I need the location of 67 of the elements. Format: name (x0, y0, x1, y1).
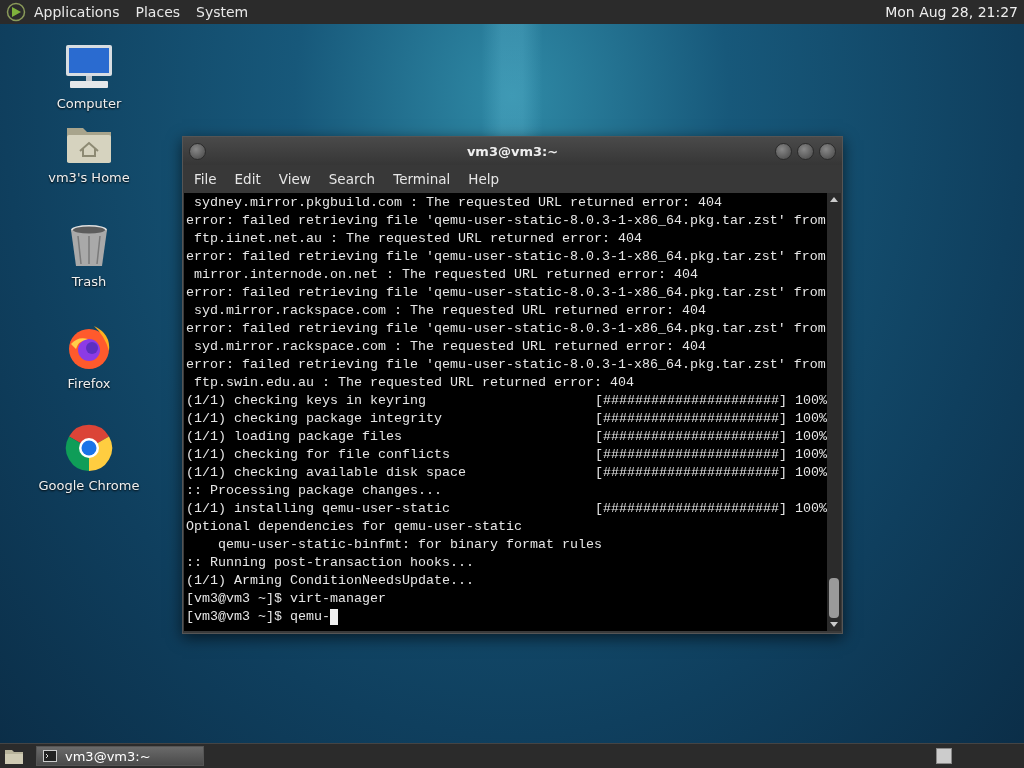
panel-menu[interactable]: Applications (34, 4, 120, 20)
progress-percent: 100% (795, 410, 827, 428)
minimize-button[interactable] (775, 142, 792, 160)
terminal-line: (1/1) Arming ConditionNeedsUpdate... (186, 572, 474, 590)
menu-item[interactable]: File (185, 168, 226, 190)
desktop-icon-label[interactable]: Google Chrome (38, 478, 140, 493)
terminal-line: :: Processing package changes... (186, 482, 442, 500)
terminal-line: mirror.internode.on.net : The requested URL returned error: 404 (193, 266, 698, 284)
trash-icon[interactable] (69, 224, 109, 268)
clock[interactable]: Mon Aug 28, 21:27 (885, 4, 1018, 20)
desktop-icon-label[interactable]: Computer (56, 96, 122, 111)
menu-item[interactable]: Edit (225, 168, 270, 190)
menu-item[interactable]: Help (459, 168, 509, 190)
maximize-button[interactable] (797, 142, 814, 160)
terminal-line: qemu-user-static-binfmt: for binary format rules (217, 536, 602, 554)
task-button[interactable]: vm3@vm3:~ (36, 746, 204, 766)
chrome-icon[interactable] (65, 424, 113, 472)
terminal-line: (1/1) installing qemu-user-static (186, 500, 450, 518)
desktop-icon-label[interactable]: vm3's Home (48, 170, 130, 185)
progress-bar-text: [######################] (595, 464, 787, 482)
panel-menu[interactable]: Places (135, 4, 181, 20)
terminal-line: (1/1) loading package files (186, 428, 402, 446)
terminal-line: (1/1) checking keys in keyring (186, 392, 426, 410)
text-cursor (329, 609, 338, 625)
progress-percent: 100% (795, 500, 827, 518)
terminal-line: [vm3@vm3 ~]$ qemu- (186, 608, 330, 626)
play-logo-icon[interactable] (6, 2, 26, 22)
computer-icon[interactable] (64, 44, 114, 90)
terminal-line: error: failed retrieving file 'qemu-user-static-8.0.3-1-x86_64.pkg.tar.zst' from (186, 356, 826, 374)
terminal-line: (1/1) checking available disk space (186, 464, 466, 482)
desktop-icon-label[interactable]: Firefox (67, 376, 111, 391)
progress-percent: 100% (795, 446, 827, 464)
terminal-line: error: failed retrieving file 'qemu-user-static-8.0.3-1-x86_64.pkg.tar.zst' from (186, 248, 826, 266)
progress-bar-text: [######################] (595, 446, 787, 464)
terminal-line: error: failed retrieving file 'qemu-user-static-8.0.3-1-x86_64.pkg.tar.zst' from (186, 212, 826, 230)
window-menu-button[interactable] (189, 142, 206, 160)
menu-item[interactable]: Terminal (384, 168, 460, 190)
terminal-line: error: failed retrieving file 'qemu-user-static-8.0.3-1-x86_64.pkg.tar.zst' from (186, 284, 826, 302)
progress-bar-text: [######################] (595, 392, 787, 410)
panel-menu[interactable]: System (196, 4, 249, 20)
terminal-line: (1/1) checking for file conflicts (186, 446, 450, 464)
desktop-icon-label[interactable]: Trash (71, 274, 107, 289)
terminal-line: Optional dependencies for qemu-user-static (186, 518, 522, 536)
workspace-switcher[interactable] (936, 748, 952, 764)
menu-item[interactable]: View (269, 168, 320, 190)
terminal-line: [vm3@vm3 ~]$ virt-manager (186, 590, 386, 608)
progress-bar-text: [######################] (595, 410, 787, 428)
progress-percent: 100% (795, 428, 827, 446)
firefox-icon[interactable] (66, 324, 112, 370)
terminal-line: syd.mirror.rackspace.com : The requested URL returned error: 404 (193, 338, 706, 356)
terminal-line: error: failed retrieving file 'qemu-user-static-8.0.3-1-x86_64.pkg.tar.zst' from (186, 320, 826, 338)
progress-percent: 100% (795, 392, 827, 410)
terminal-line: ftp.swin.edu.au : The requested URL returned error: 404 (193, 374, 634, 392)
terminal-line: :: Running post-transaction hooks... (186, 554, 474, 572)
terminal-line: (1/1) checking package integrity (186, 410, 442, 428)
terminal-line: sydney.mirror.pkgbuild.com : The requested URL returned error: 404 (193, 194, 722, 212)
window-title: vm3@vm3:~ (466, 143, 559, 159)
terminal-line: syd.mirror.rackspace.com : The requested URL returned error: 404 (193, 302, 706, 320)
show-desktop-icon[interactable] (4, 747, 24, 765)
progress-bar-text: [######################] (595, 428, 787, 446)
terminal-line: ftp.iinet.net.au : The requested URL returned error: 404 (193, 230, 642, 248)
progress-percent: 100% (795, 464, 827, 482)
close-button[interactable] (819, 142, 836, 160)
terminal-icon (43, 750, 57, 762)
progress-bar-text: [######################] (595, 500, 787, 518)
scrollbar[interactable] (827, 193, 841, 631)
menu-item[interactable]: Search (319, 168, 385, 190)
